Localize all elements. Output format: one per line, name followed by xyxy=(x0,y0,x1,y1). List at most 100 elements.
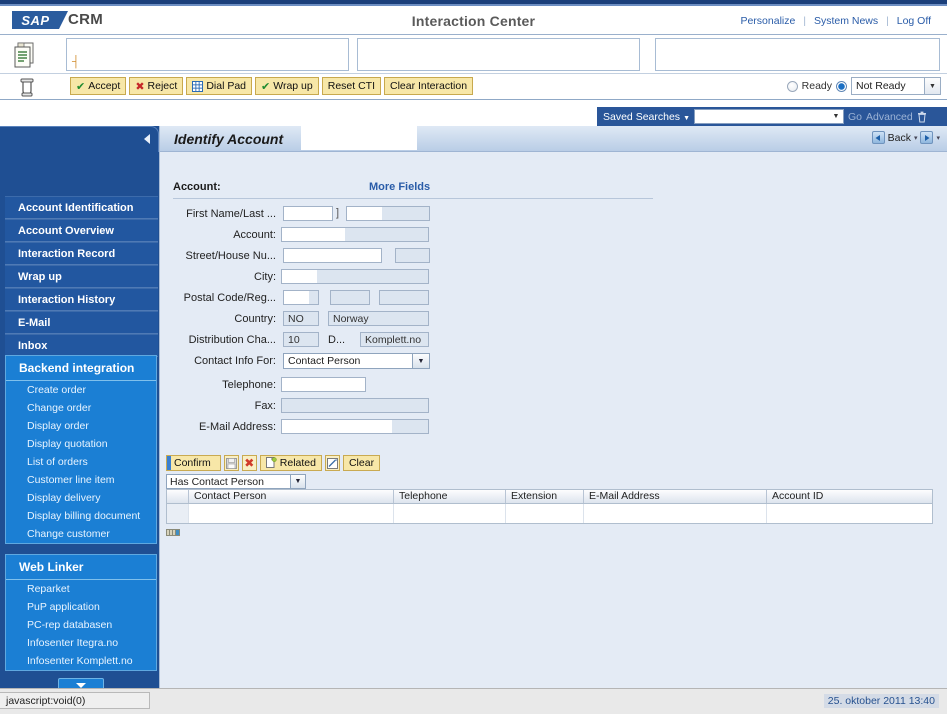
save-button[interactable] xyxy=(223,455,239,471)
saved-searches-label[interactable]: Saved Searches ▼ xyxy=(603,111,690,123)
table-col-email-address[interactable]: E-Mail Address xyxy=(584,490,767,503)
confirm-button[interactable]: Confirm xyxy=(166,455,221,471)
division-input[interactable]: Komplett.no xyxy=(360,332,429,347)
distribution-channel-input[interactable]: 10 xyxy=(283,332,319,347)
more-fields-link[interactable]: More Fields xyxy=(369,181,430,193)
edit-pencil-icon xyxy=(326,457,338,469)
trash-icon[interactable] xyxy=(917,111,927,123)
sidebar-link-infosenter-komplett[interactable]: Infosenter Komplett.no xyxy=(6,652,156,670)
region-input[interactable] xyxy=(330,290,370,305)
reject-button[interactable]: ✖ Reject xyxy=(129,77,184,95)
comm-info-field-3[interactable] xyxy=(655,38,940,71)
arrow-right-icon[interactable] xyxy=(920,131,934,144)
table-paging-icon[interactable] xyxy=(166,529,180,536)
agent-status-group: Ready Not Ready ▼ xyxy=(786,77,941,95)
region-desc-input[interactable] xyxy=(379,290,429,305)
comm-info-field-1[interactable] xyxy=(66,38,349,71)
wrap-up-button-label: Wrap up xyxy=(273,80,313,92)
sidebar-link-display-billing-document[interactable]: Display billing document xyxy=(6,507,156,525)
back-button[interactable]: Back xyxy=(888,132,911,144)
row-select-cell[interactable] xyxy=(167,504,189,523)
related-button[interactable]: Related xyxy=(259,455,322,471)
reset-cti-button[interactable]: Reset CTI xyxy=(321,77,381,95)
email-input[interactable] xyxy=(281,419,429,434)
sidebar-link-create-order[interactable]: Create order xyxy=(6,381,156,399)
sidebar-item-email[interactable]: E-Mail xyxy=(5,311,158,334)
advanced-link[interactable]: Advanced xyxy=(866,111,913,123)
contact-info-for-value: Contact Person xyxy=(288,355,361,367)
account-input[interactable] xyxy=(281,227,429,242)
sidebar-item-account-overview[interactable]: Account Overview xyxy=(5,219,158,242)
contact-filter-select[interactable]: Has Contact Person ▼ xyxy=(166,474,306,489)
sidebar-link-pc-rep-databasen[interactable]: PC-rep databasen xyxy=(6,616,156,634)
table-col-extension[interactable]: Extension xyxy=(506,490,584,503)
row-email-cell xyxy=(584,504,767,523)
ready-radio[interactable] xyxy=(786,80,798,92)
sidebar-group-title[interactable]: Backend integration xyxy=(6,356,156,381)
table-col-contact-person[interactable]: Contact Person xyxy=(189,490,394,503)
contact-info-for-select[interactable]: Contact Person ▼ xyxy=(283,353,430,369)
page-copy-icon xyxy=(265,457,277,468)
telephone-input[interactable] xyxy=(281,377,366,392)
work-area-title: Identify Account xyxy=(174,131,284,147)
cti-button-group: ✔ Accept ✖ Reject Dial Pad ✔ Wrap up Res… xyxy=(70,77,474,95)
fax-input[interactable] xyxy=(281,398,429,413)
sidebar-item-interaction-record[interactable]: Interaction Record xyxy=(5,242,158,265)
sidebar-link-change-customer[interactable]: Change customer xyxy=(6,525,156,543)
sidebar-link-pup-application[interactable]: PuP application xyxy=(6,598,156,616)
postal-code-input[interactable] xyxy=(283,290,319,305)
sidebar-link-display-order[interactable]: Display order xyxy=(6,417,156,435)
edit-button[interactable] xyxy=(324,455,340,471)
row-contact-person-cell xyxy=(189,504,394,523)
log-off-link[interactable]: Log Off xyxy=(889,15,939,27)
table-row[interactable] xyxy=(166,504,933,524)
sidebar-item-wrap-up[interactable]: Wrap up xyxy=(5,265,158,288)
country-code-input[interactable]: NO xyxy=(283,311,319,326)
country-name-input[interactable]: Norway xyxy=(328,311,429,326)
sidebar-item-inbox[interactable]: Inbox xyxy=(5,334,158,357)
last-name-input[interactable] xyxy=(346,206,430,221)
division-label: D... xyxy=(328,334,346,346)
table-col-account-id[interactable]: Account ID xyxy=(767,490,932,503)
not-ready-radio[interactable] xyxy=(836,80,847,92)
table-col-telephone[interactable]: Telephone xyxy=(394,490,506,503)
sidebar-link-display-delivery[interactable]: Display delivery xyxy=(6,489,156,507)
agent-status-select[interactable]: Not Ready ▼ xyxy=(851,77,941,95)
sidebar-link-display-quotation[interactable]: Display quotation xyxy=(6,435,156,453)
street-input[interactable] xyxy=(283,248,382,263)
system-news-link[interactable]: System News xyxy=(806,15,886,27)
check-green-icon: ✔ xyxy=(76,80,86,93)
chevron-down-icon[interactable]: ▾ xyxy=(914,134,918,142)
delete-button[interactable]: ✖ xyxy=(241,455,257,471)
clear-button[interactable]: Clear xyxy=(342,455,381,471)
chevron-down-icon[interactable]: ▾ xyxy=(936,134,940,142)
dial-pad-button[interactable]: Dial Pad xyxy=(186,77,253,95)
form-action-toolbar: Confirm ✖ Related Clear xyxy=(166,455,381,471)
sidebar-group-web-linker: Web Linker Reparket PuP application PC-r… xyxy=(5,554,157,671)
sidebar-link-customer-line-item[interactable]: Customer line item xyxy=(6,471,156,489)
clear-interaction-button[interactable]: Clear Interaction xyxy=(384,77,474,95)
sidebar-link-infosenter-itegra[interactable]: Infosenter Itegra.no xyxy=(6,634,156,652)
city-input[interactable] xyxy=(281,269,429,284)
work-area-body: Account: More Fields First Name/Last ...… xyxy=(160,153,947,688)
browser-status-bar: javascript:void(0) 25. oktober 2011 13:4… xyxy=(0,688,947,714)
sidebar-link-list-of-orders[interactable]: List of orders xyxy=(6,453,156,471)
sidebar-link-change-order[interactable]: Change order xyxy=(6,399,156,417)
sidebar-item-account-identification[interactable]: Account Identification xyxy=(5,196,158,219)
field-label: City: xyxy=(254,271,276,283)
personalize-link[interactable]: Personalize xyxy=(732,15,803,27)
first-name-input[interactable] xyxy=(283,206,333,221)
accept-button[interactable]: ✔ Accept xyxy=(70,77,127,95)
house-number-input[interactable] xyxy=(395,248,430,263)
sidebar-group-title[interactable]: Web Linker xyxy=(6,555,156,580)
saved-search-input[interactable]: ▼ xyxy=(694,109,844,124)
go-button[interactable]: Go xyxy=(848,111,862,123)
arrow-left-icon[interactable] xyxy=(871,131,885,144)
agent-status-value: Not Ready xyxy=(856,80,906,92)
collapse-left-icon[interactable] xyxy=(144,134,150,144)
wrap-up-button[interactable]: ✔ Wrap up xyxy=(255,77,319,95)
sidebar-link-reparket[interactable]: Reparket xyxy=(6,580,156,598)
form-row-telephone: Telephone: xyxy=(173,377,633,394)
comm-info-field-2[interactable] xyxy=(357,38,640,71)
sidebar-item-interaction-history[interactable]: Interaction History xyxy=(5,288,158,311)
